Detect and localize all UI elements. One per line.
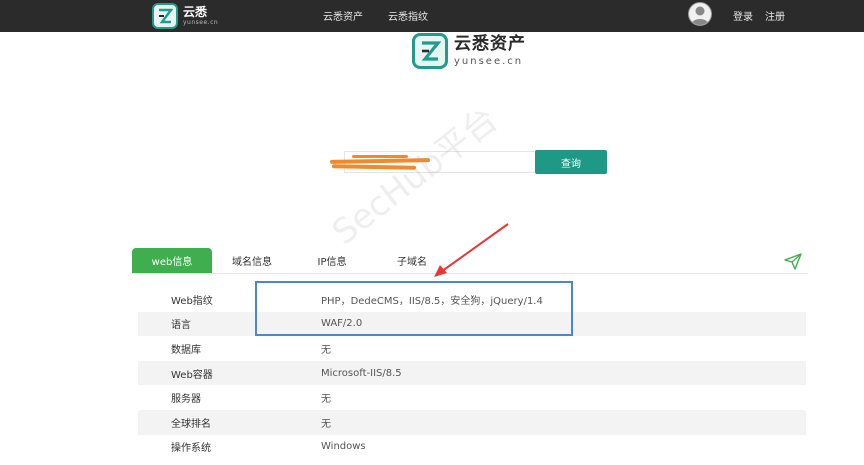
row-label: 数据库 bbox=[171, 344, 201, 356]
hero-logo: 云悉资产 yunsee.cn bbox=[412, 33, 526, 69]
yunsee-logo-icon bbox=[412, 33, 448, 69]
search-button[interactable]: 查询 bbox=[535, 150, 607, 174]
highlight-box bbox=[255, 281, 573, 336]
top-logo[interactable]: 云悉 yunsee.cn bbox=[152, 2, 218, 30]
nav-link-fingerprint[interactable]: 云悉指纹 bbox=[388, 8, 428, 23]
row-label: 全球排名 bbox=[171, 418, 211, 430]
top-logo-domain: yunsee.cn bbox=[183, 19, 219, 26]
paper-plane-icon[interactable] bbox=[784, 252, 802, 270]
row-value: 无 bbox=[321, 418, 331, 430]
table-row: 数据库 无 bbox=[138, 336, 806, 361]
row-label: Web容器 bbox=[171, 369, 213, 381]
redaction-mark bbox=[352, 155, 408, 158]
hero-domain: yunsee.cn bbox=[454, 55, 524, 67]
table-row: 全球排名 无 bbox=[138, 409, 806, 435]
tab-domain-info[interactable]: 域名信息 bbox=[220, 248, 284, 273]
login-link[interactable]: 登录 bbox=[733, 8, 753, 23]
user-avatar-icon[interactable] bbox=[688, 2, 712, 26]
row-label: 服务器 bbox=[171, 394, 201, 406]
hero-title: 云悉资产 bbox=[454, 33, 526, 54]
row-value: Microsoft-IIS/8.5 bbox=[321, 367, 402, 379]
row-label: 操作系统 bbox=[171, 443, 211, 455]
top-navbar: 云悉 yunsee.cn 云悉资产 云悉指纹 登录 注册 bbox=[0, 0, 864, 32]
yunsee-logo-icon bbox=[152, 3, 178, 29]
tab-ip-info[interactable]: IP信息 bbox=[302, 248, 362, 273]
table-row: 服务器 无 bbox=[138, 385, 806, 410]
tab-web-info[interactable]: web信息 bbox=[132, 248, 212, 273]
annotation-arrow-icon bbox=[434, 223, 509, 277]
table-row: 操作系统 Windows bbox=[138, 435, 806, 460]
row-value: 无 bbox=[321, 344, 331, 356]
top-logo-title: 云悉 bbox=[183, 5, 208, 19]
table-row: Web容器 Microsoft-IIS/8.5 bbox=[138, 360, 806, 386]
row-value: Windows bbox=[321, 441, 366, 453]
nav-link-assets[interactable]: 云悉资产 bbox=[323, 8, 363, 23]
register-link[interactable]: 注册 bbox=[765, 8, 785, 23]
row-value: 无 bbox=[321, 394, 331, 406]
